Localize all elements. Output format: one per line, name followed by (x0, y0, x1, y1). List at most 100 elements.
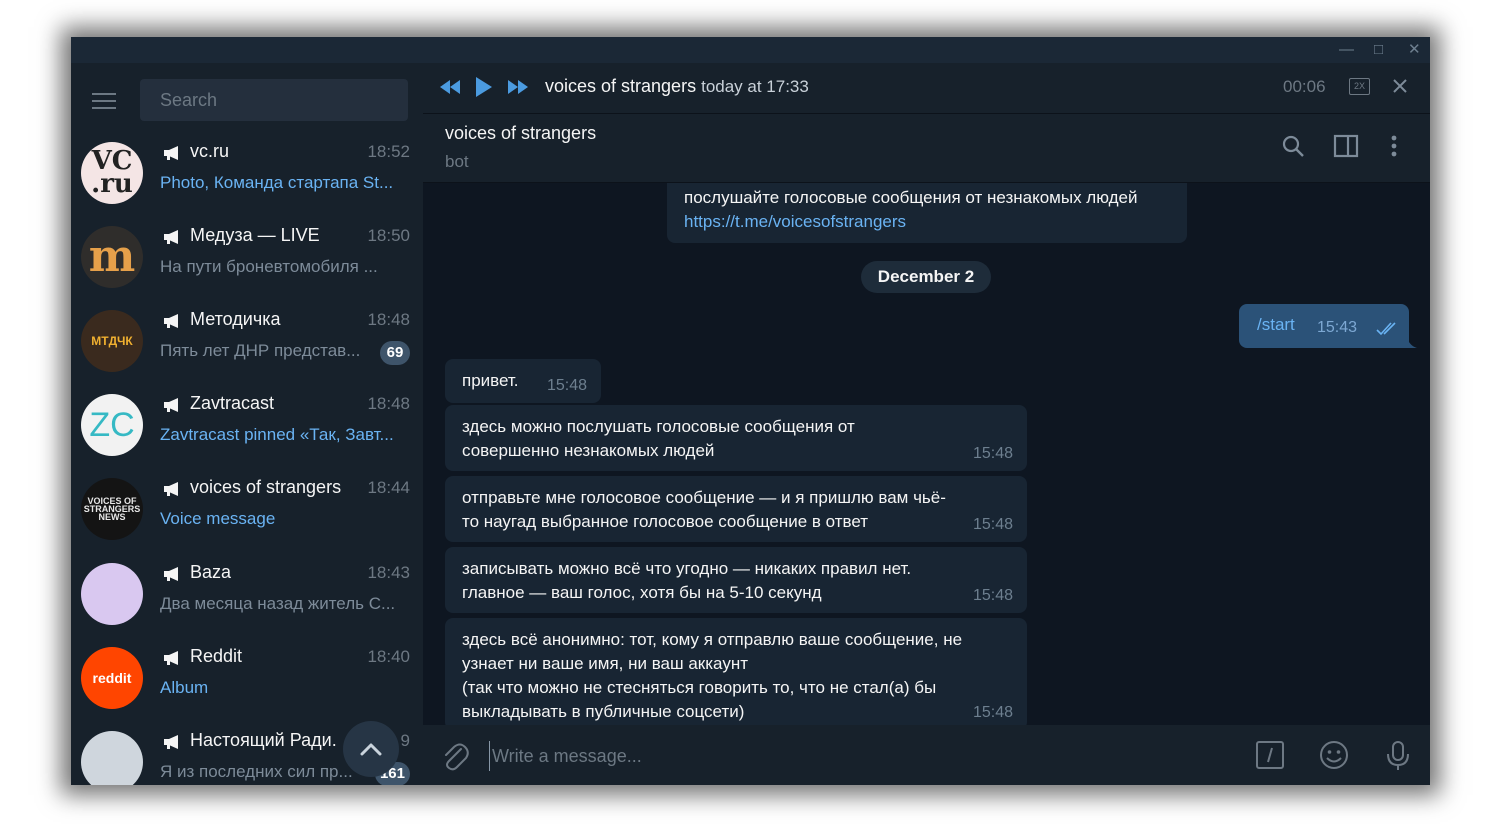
chat-time: 18:40 (367, 647, 410, 666)
emoji-icon[interactable] (1319, 740, 1349, 770)
player-track-title: voices of strangers (545, 76, 697, 96)
bubble-tail (1407, 338, 1417, 348)
message-time: 15:48 (972, 445, 1013, 462)
previous-track-icon[interactable] (439, 78, 461, 96)
chat-preview: Два месяца назад житель С... (160, 594, 396, 613)
chat-list-item[interactable]: MTДЧК Методичка 18:48 Пять лет ДНР представ… (71, 300, 423, 384)
message-text: отправьте мне голосовое сообщение — и я … (462, 488, 946, 531)
chat-time: 18:44 (367, 478, 410, 497)
intro-text: послушайте голосовые сообщения от незнак… (684, 188, 1138, 207)
chat-list-item[interactable]: m Медуза — LIVE 18:50 На пути броневтомобил… (71, 216, 423, 300)
double-check-icon (1376, 322, 1396, 336)
play-icon[interactable] (475, 76, 493, 98)
bot-commands-icon[interactable] (1255, 740, 1285, 770)
search-icon[interactable] (1281, 134, 1305, 158)
chat-list-item[interactable]: ZC Zavtracast 18:48 Zavtracast pinned «Так,… (71, 384, 423, 468)
chat-header: voices of strangers bot (423, 114, 1430, 183)
chat-preview: Zavtracast pinned «Так, Завт... (160, 425, 394, 444)
message-time: 15:48 (972, 516, 1013, 533)
channel-megaphone-icon (164, 567, 178, 581)
player-track-info[interactable]: voices of strangers today at 17:33 (545, 76, 809, 97)
chat-time: 18:48 (367, 310, 410, 329)
microphone-icon[interactable] (1385, 740, 1411, 772)
message-time: 15:48 (972, 587, 1013, 604)
intro-message[interactable]: послушайте голосовые сообщения от незнак… (667, 183, 1187, 243)
playback-speed-button[interactable]: 2X (1349, 78, 1370, 95)
incoming-message[interactable]: привет. 15:48 (445, 359, 601, 403)
channel-megaphone-icon (164, 314, 178, 328)
message-text: здесь всё анонимно: тот, кому я отправлю… (462, 630, 963, 721)
message-composer (423, 725, 1430, 785)
chat-time: 18:43 (367, 563, 410, 582)
more-options-icon[interactable] (1390, 134, 1398, 158)
message-text: здесь можно послушать голосовые сообщени… (462, 417, 855, 460)
message-time: 15:48 (972, 704, 1013, 721)
date-divider: December 2 (861, 261, 991, 293)
chat-avatar: m (81, 226, 143, 288)
chat-avatar: VC .ru (81, 142, 143, 204)
telegram-window: — □ ✕ VC .ru vc.ru 18:52 Photo, Команда ста… (71, 37, 1430, 785)
channel-megaphone-icon (164, 230, 178, 244)
sidebar-toggle-icon[interactable] (1333, 134, 1359, 158)
chat-avatar: VOICES OF STRANGERS NEWS (81, 478, 143, 540)
chat-panel: voices of strangers today at 17:33 00:06… (423, 63, 1430, 785)
chat-avatar: reddit (81, 647, 143, 709)
chat-list-sidebar: VC .ru vc.ru 18:52 Photo, Команда стартапа … (71, 63, 423, 785)
chat-avatar: MTДЧК (81, 310, 143, 372)
chat-name: voices of strangers (190, 477, 342, 497)
next-track-icon[interactable] (507, 78, 529, 96)
message-time: 15:48 (546, 377, 587, 394)
chat-list-item[interactable]: Baza 18:43 Два месяца назад житель С... (71, 553, 423, 637)
outgoing-message[interactable]: /start 15:43 (1239, 304, 1417, 348)
channel-megaphone-icon (164, 482, 178, 496)
chat-preview: Voice message (160, 509, 276, 528)
chat-preview: Photo, Команда стартапа St... (160, 173, 394, 192)
incoming-message[interactable]: здесь всё анонимно: тот, кому я отправлю… (445, 618, 1027, 725)
hamburger-menu-icon[interactable] (92, 93, 116, 109)
chat-name: Zavtracast (190, 393, 275, 413)
unread-badge: 69 (380, 341, 410, 365)
minimize-button[interactable]: — (1339, 41, 1354, 59)
chat-avatar: ZC (81, 394, 143, 456)
player-track-date: today at 17:33 (701, 77, 809, 96)
close-window-button[interactable]: ✕ (1408, 41, 1421, 59)
search-input[interactable] (158, 89, 402, 112)
chat-time: 18:48 (367, 394, 410, 413)
chat-name: Настоящий Ради. (190, 730, 337, 750)
chat-name: Медуза — LIVE (190, 225, 320, 245)
chevron-up-icon (360, 743, 382, 756)
chat-preview: Я из последних сил пр... (160, 762, 353, 781)
chat-name: vc.ru (190, 141, 230, 161)
chat-preview: Пять лет ДНР представ... (160, 341, 361, 360)
chat-time: 18:50 (367, 226, 410, 245)
chat-time: 9 (400, 731, 410, 750)
player-time: 00:06 (1283, 77, 1326, 96)
channel-megaphone-icon (164, 398, 178, 412)
chat-time: 18:52 (367, 142, 410, 161)
chat-list-item[interactable]: VC .ru vc.ru 18:52 Photo, Команда стартапа … (71, 132, 423, 216)
title-bar: — □ ✕ (71, 37, 1430, 63)
channel-megaphone-icon (164, 146, 178, 160)
chat-avatar (81, 563, 143, 625)
chat-preview: На пути броневтомобиля ... (160, 257, 378, 276)
incoming-message[interactable]: отправьте мне голосовое сообщение — и я … (445, 476, 1027, 542)
chat-avatar (81, 731, 143, 785)
chat-name: Методичка (190, 309, 281, 329)
outgoing-text[interactable]: /start (1257, 315, 1295, 335)
message-list: послушайте голосовые сообщения от незнак… (423, 183, 1430, 725)
message-input[interactable] (489, 741, 1194, 771)
scroll-up-button[interactable] (343, 721, 399, 777)
attach-icon[interactable] (441, 741, 469, 771)
message-text: записывать можно всё что угодно — никаки… (462, 559, 912, 602)
outgoing-time: 15:43 (1317, 319, 1358, 336)
chat-title[interactable]: voices of strangers (445, 123, 596, 144)
intro-link[interactable]: https://t.me/voicesofstrangers (684, 210, 906, 234)
maximize-button[interactable]: □ (1374, 41, 1383, 59)
channel-megaphone-icon (164, 651, 178, 665)
close-player-icon[interactable] (1391, 77, 1409, 95)
chat-list-item[interactable]: reddit Reddit 18:40 Album (71, 637, 423, 721)
channel-megaphone-icon (164, 735, 178, 749)
incoming-message[interactable]: записывать можно всё что угодно — никаки… (445, 547, 1027, 613)
incoming-message[interactable]: здесь можно послушать голосовые сообщени… (445, 405, 1027, 471)
chat-list-item[interactable]: VOICES OF STRANGERS NEWS voices of strang… (71, 468, 423, 552)
